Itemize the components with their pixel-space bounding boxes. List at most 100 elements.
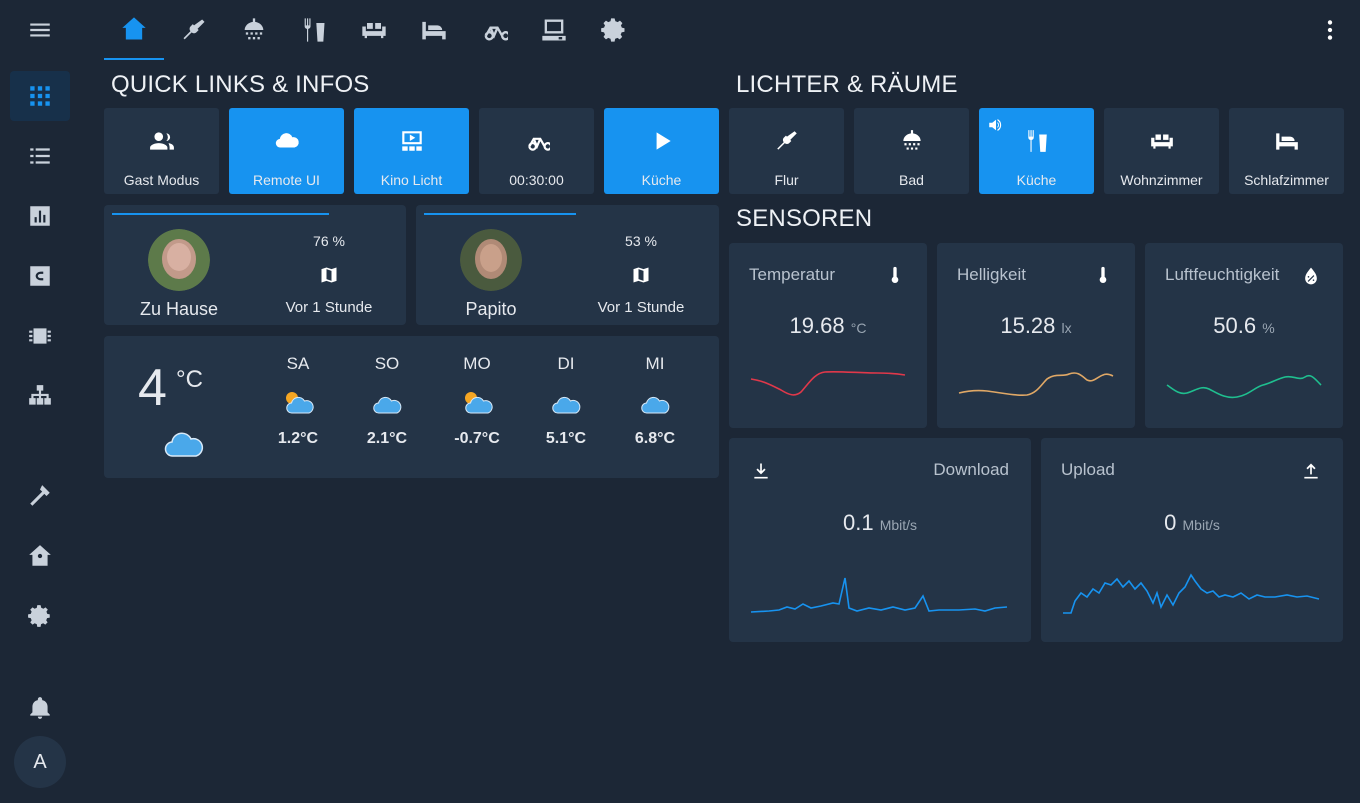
kino-licht-button[interactable]: Kino Licht (354, 108, 469, 194)
sensor-value-row: 50.6 % (1145, 313, 1343, 339)
tab-wohnzimmer[interactable] (344, 0, 404, 60)
sidebar-item-logbook[interactable] (10, 131, 70, 181)
weather-card[interactable]: 4 °C SA 1.2°C SO 2.1°C MO -0.7°C DI 5.1°… (104, 336, 719, 478)
play-icon (656, 132, 671, 150)
chart-icon (30, 206, 50, 226)
tab-schlafzimmer[interactable] (404, 0, 464, 60)
flur-label: Flur (774, 172, 799, 188)
temperature-sparkline (750, 370, 906, 396)
quick-links-title: QUICK LINKS & INFOS (111, 71, 370, 98)
sensor-value-row: 15.28 lx (937, 313, 1135, 339)
remote-ui-button[interactable]: Remote UI (229, 108, 344, 194)
tab-flur[interactable] (164, 0, 224, 60)
wohnzimmer-light-button[interactable]: Wohnzimmer (1104, 108, 1219, 194)
broom-icon (183, 19, 205, 40)
forecast-day: DI 5.1°C (536, 354, 596, 448)
humidity-sensor-card[interactable]: Luftfeuchtigkeit 50.6 % (1145, 243, 1343, 428)
sidebar-item-notifications[interactable] (10, 683, 70, 733)
sidebar-item-history[interactable] (10, 191, 70, 241)
sensors-title: SENSOREN (736, 205, 873, 232)
forecast-day: MI 6.8°C (625, 354, 685, 448)
dots-vertical-icon (1327, 20, 1333, 40)
silverware-icon (1027, 130, 1047, 152)
tab-fitness[interactable] (464, 0, 524, 60)
more-options-button[interactable] (1314, 14, 1346, 46)
sidebar-item-developer-tools[interactable] (10, 471, 70, 521)
person-card-papito[interactable]: Papito 53 % Vor 1 Stunde (416, 205, 719, 325)
sidebar-item-supervisor[interactable] (10, 531, 70, 581)
current-temperature: 4 (138, 359, 167, 417)
user-avatar[interactable]: A (14, 736, 66, 788)
sensor-value-row: 0 Mbit/s (1041, 510, 1343, 536)
sidebar-item-network[interactable] (10, 371, 70, 421)
sensor-unit: lx (1061, 320, 1072, 336)
download-sensor-card[interactable]: Download 0.1 Mbit/s (729, 438, 1031, 642)
view-tab-bar (80, 0, 1360, 62)
remote-ui-label: Remote UI (253, 172, 320, 188)
sensor-value: 19.68 (789, 313, 845, 338)
sidebar-item-overview[interactable] (10, 71, 70, 121)
download-icon (754, 463, 768, 479)
brightness-sparkline (958, 372, 1114, 396)
tab-home[interactable] (104, 0, 164, 60)
person-card-zu-hause[interactable]: Zu Hause 76 % Vor 1 Stunde (104, 205, 406, 325)
sofa-icon (362, 23, 386, 39)
wohnzimmer-label: Wohnzimmer (1120, 172, 1203, 188)
upload-sensor-card[interactable]: Upload 0 Mbit/s (1041, 438, 1343, 642)
sensor-value: 15.28 (1000, 313, 1056, 338)
tab-computer[interactable] (524, 0, 584, 60)
sidebar-item-esphome[interactable] (10, 311, 70, 361)
gear-icon (28, 605, 50, 627)
battery-bar (424, 213, 576, 215)
bicycle-icon (484, 26, 508, 41)
forecast-day: MO -0.7°C (447, 354, 507, 448)
tab-settings[interactable] (584, 0, 644, 60)
partly-sunny-icon (286, 392, 314, 414)
schlafzimmer-light-button[interactable]: Schlafzimmer (1229, 108, 1344, 194)
gast-modus-button[interactable]: Gast Modus (104, 108, 219, 194)
cloudy-icon (552, 396, 581, 414)
sidebar-item-c[interactable] (10, 251, 70, 301)
partly-sunny-icon (465, 392, 493, 414)
upload-icon (1304, 463, 1318, 479)
menu-button[interactable] (10, 5, 70, 55)
forecast-day: SA 1.2°C (268, 354, 328, 448)
sensor-name: Helligkeit (957, 265, 1026, 284)
person-name: Zu Hause (139, 299, 219, 319)
brightness-sensor-card[interactable]: Helligkeit 15.28 lx (937, 243, 1135, 428)
gast-modus-label: Gast Modus (123, 172, 200, 188)
thermometer-icon (1099, 266, 1107, 284)
person-name: Papito (465, 299, 517, 319)
chip-icon (29, 328, 51, 344)
hammer-icon (30, 485, 50, 506)
forecast-day-name: MI (645, 354, 665, 373)
upload-sparkline (1063, 573, 1320, 614)
sensor-value: 0 (1164, 510, 1177, 535)
tab-kueche[interactable] (284, 0, 344, 60)
desktop-icon (542, 19, 566, 41)
kueche-label: Küche (1016, 172, 1057, 188)
cloudy-icon (164, 432, 204, 457)
kueche-play-button[interactable]: Küche (604, 108, 719, 194)
last-changed: Vor 1 Stunde (285, 299, 373, 316)
sidebar-item-settings[interactable] (10, 591, 70, 641)
bad-light-button[interactable]: Bad (854, 108, 969, 194)
humidity-sparkline (1166, 374, 1322, 399)
sensor-value: 0.1 (842, 510, 874, 535)
temperature-sensor-card[interactable]: Temperatur 19.68 °C (729, 243, 927, 428)
flur-light-button[interactable]: Flur (729, 108, 844, 194)
broom-icon (776, 131, 797, 150)
user-initial: A (33, 750, 47, 773)
timer-button[interactable]: 00:30:00 (479, 108, 594, 194)
tab-bad[interactable] (224, 0, 284, 60)
thermometer-icon (891, 266, 899, 284)
bed-icon (1275, 133, 1298, 150)
forecast-temp: 5.1°C (545, 430, 587, 447)
kino-licht-label: Kino Licht (380, 172, 443, 188)
shower-icon (902, 130, 921, 150)
battery-percent: 76 % (313, 233, 345, 249)
battery-bar (112, 213, 329, 215)
kueche-light-button[interactable]: Küche (979, 108, 1094, 194)
cloud-icon (275, 133, 299, 148)
sensor-value-row: 19.68 °C (729, 313, 927, 339)
